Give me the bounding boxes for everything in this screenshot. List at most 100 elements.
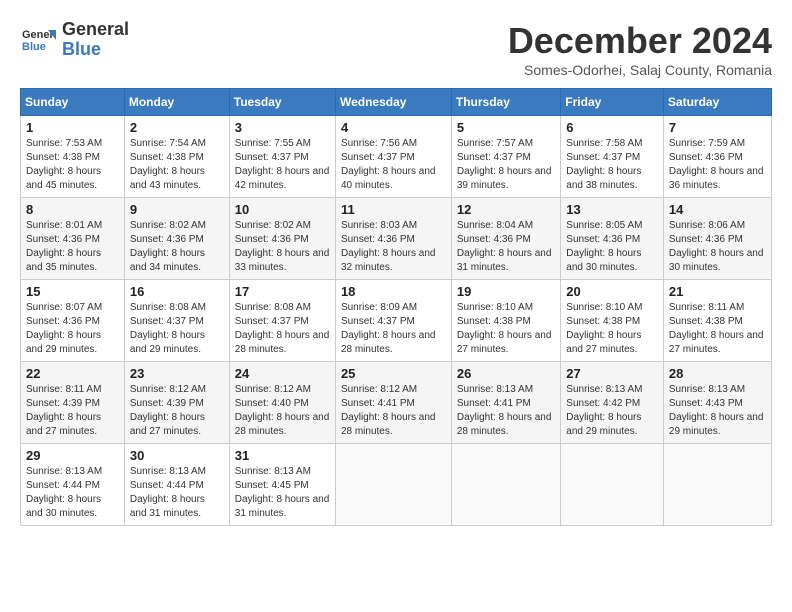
day-info: Sunrise: 8:02 AM Sunset: 4:36 PM Dayligh… [130, 219, 224, 275]
day-cell-15: 15 Sunrise: 8:07 AM Sunset: 4:36 PM Dayl… [21, 280, 125, 362]
day-cell-1: 1 Sunrise: 7:53 AM Sunset: 4:38 PM Dayli… [21, 116, 125, 198]
logo: General Blue General Blue [20, 20, 129, 60]
day-info: Sunrise: 8:13 AM Sunset: 4:45 PM Dayligh… [235, 465, 330, 521]
day-cell-23: 23 Sunrise: 8:12 AM Sunset: 4:39 PM Dayl… [124, 362, 229, 444]
day-cell-20: 20 Sunrise: 8:10 AM Sunset: 4:38 PM Dayl… [561, 280, 664, 362]
day-number: 14 [669, 202, 766, 217]
day-info: Sunrise: 8:06 AM Sunset: 4:36 PM Dayligh… [669, 219, 766, 275]
day-number: 6 [566, 120, 658, 135]
day-number: 30 [130, 448, 224, 463]
day-info: Sunrise: 8:11 AM Sunset: 4:38 PM Dayligh… [669, 301, 766, 357]
day-number: 27 [566, 366, 658, 381]
day-number: 9 [130, 202, 224, 217]
day-cell-17: 17 Sunrise: 8:08 AM Sunset: 4:37 PM Dayl… [229, 280, 335, 362]
day-cell-10: 10 Sunrise: 8:02 AM Sunset: 4:36 PM Dayl… [229, 198, 335, 280]
day-cell-31: 31 Sunrise: 8:13 AM Sunset: 4:45 PM Dayl… [229, 444, 335, 526]
day-cell-14: 14 Sunrise: 8:06 AM Sunset: 4:36 PM Dayl… [663, 198, 771, 280]
day-number: 20 [566, 284, 658, 299]
logo-line1: General [62, 20, 129, 40]
day-number: 25 [341, 366, 446, 381]
day-info: Sunrise: 7:53 AM Sunset: 4:38 PM Dayligh… [26, 137, 119, 193]
day-cell-26: 26 Sunrise: 8:13 AM Sunset: 4:41 PM Dayl… [451, 362, 560, 444]
day-info: Sunrise: 8:11 AM Sunset: 4:39 PM Dayligh… [26, 383, 119, 439]
empty-day-cell [451, 444, 560, 526]
svg-text:Blue: Blue [22, 41, 46, 53]
day-header-saturday: Saturday [663, 89, 771, 116]
day-header-thursday: Thursday [451, 89, 560, 116]
day-header-friday: Friday [561, 89, 664, 116]
day-info: Sunrise: 7:56 AM Sunset: 4:37 PM Dayligh… [341, 137, 446, 193]
day-info: Sunrise: 7:54 AM Sunset: 4:38 PM Dayligh… [130, 137, 224, 193]
day-info: Sunrise: 7:58 AM Sunset: 4:37 PM Dayligh… [566, 137, 658, 193]
day-cell-6: 6 Sunrise: 7:58 AM Sunset: 4:37 PM Dayli… [561, 116, 664, 198]
day-cell-18: 18 Sunrise: 8:09 AM Sunset: 4:37 PM Dayl… [335, 280, 451, 362]
day-info: Sunrise: 8:12 AM Sunset: 4:41 PM Dayligh… [341, 383, 446, 439]
day-info: Sunrise: 7:55 AM Sunset: 4:37 PM Dayligh… [235, 137, 330, 193]
day-cell-16: 16 Sunrise: 8:08 AM Sunset: 4:37 PM Dayl… [124, 280, 229, 362]
day-cell-21: 21 Sunrise: 8:11 AM Sunset: 4:38 PM Dayl… [663, 280, 771, 362]
day-info: Sunrise: 8:12 AM Sunset: 4:39 PM Dayligh… [130, 383, 224, 439]
day-header-tuesday: Tuesday [229, 89, 335, 116]
day-number: 11 [341, 202, 446, 217]
empty-day-cell [335, 444, 451, 526]
day-header-sunday: Sunday [21, 89, 125, 116]
day-number: 18 [341, 284, 446, 299]
day-cell-2: 2 Sunrise: 7:54 AM Sunset: 4:38 PM Dayli… [124, 116, 229, 198]
day-cell-9: 9 Sunrise: 8:02 AM Sunset: 4:36 PM Dayli… [124, 198, 229, 280]
day-info: Sunrise: 7:57 AM Sunset: 4:37 PM Dayligh… [457, 137, 555, 193]
day-cell-27: 27 Sunrise: 8:13 AM Sunset: 4:42 PM Dayl… [561, 362, 664, 444]
day-number: 5 [457, 120, 555, 135]
day-cell-7: 7 Sunrise: 7:59 AM Sunset: 4:36 PM Dayli… [663, 116, 771, 198]
logo-line2: Blue [62, 40, 129, 60]
empty-day-cell [561, 444, 664, 526]
day-number: 23 [130, 366, 224, 381]
day-number: 8 [26, 202, 119, 217]
day-info: Sunrise: 8:13 AM Sunset: 4:41 PM Dayligh… [457, 383, 555, 439]
month-title: December 2024 [508, 20, 772, 62]
day-number: 19 [457, 284, 555, 299]
day-number: 2 [130, 120, 224, 135]
day-number: 1 [26, 120, 119, 135]
day-header-wednesday: Wednesday [335, 89, 451, 116]
day-cell-13: 13 Sunrise: 8:05 AM Sunset: 4:36 PM Dayl… [561, 198, 664, 280]
day-cell-5: 5 Sunrise: 7:57 AM Sunset: 4:37 PM Dayli… [451, 116, 560, 198]
day-number: 29 [26, 448, 119, 463]
calendar-week-row: 15 Sunrise: 8:07 AM Sunset: 4:36 PM Dayl… [21, 280, 772, 362]
day-number: 22 [26, 366, 119, 381]
calendar-week-row: 1 Sunrise: 7:53 AM Sunset: 4:38 PM Dayli… [21, 116, 772, 198]
calendar-week-row: 8 Sunrise: 8:01 AM Sunset: 4:36 PM Dayli… [21, 198, 772, 280]
logo-icon: General Blue [20, 22, 56, 58]
day-number: 24 [235, 366, 330, 381]
day-number: 10 [235, 202, 330, 217]
day-header-monday: Monday [124, 89, 229, 116]
empty-day-cell [663, 444, 771, 526]
day-cell-29: 29 Sunrise: 8:13 AM Sunset: 4:44 PM Dayl… [21, 444, 125, 526]
day-number: 12 [457, 202, 555, 217]
day-number: 13 [566, 202, 658, 217]
day-number: 28 [669, 366, 766, 381]
day-info: Sunrise: 8:02 AM Sunset: 4:36 PM Dayligh… [235, 219, 330, 275]
location-subtitle: Somes-Odorhei, Salaj County, Romania [508, 62, 772, 78]
day-info: Sunrise: 8:13 AM Sunset: 4:44 PM Dayligh… [130, 465, 224, 521]
day-number: 26 [457, 366, 555, 381]
day-cell-22: 22 Sunrise: 8:11 AM Sunset: 4:39 PM Dayl… [21, 362, 125, 444]
day-cell-24: 24 Sunrise: 8:12 AM Sunset: 4:40 PM Dayl… [229, 362, 335, 444]
day-number: 31 [235, 448, 330, 463]
day-cell-25: 25 Sunrise: 8:12 AM Sunset: 4:41 PM Dayl… [335, 362, 451, 444]
day-cell-19: 19 Sunrise: 8:10 AM Sunset: 4:38 PM Dayl… [451, 280, 560, 362]
day-cell-3: 3 Sunrise: 7:55 AM Sunset: 4:37 PM Dayli… [229, 116, 335, 198]
day-cell-28: 28 Sunrise: 8:13 AM Sunset: 4:43 PM Dayl… [663, 362, 771, 444]
day-cell-30: 30 Sunrise: 8:13 AM Sunset: 4:44 PM Dayl… [124, 444, 229, 526]
day-info: Sunrise: 8:10 AM Sunset: 4:38 PM Dayligh… [566, 301, 658, 357]
day-cell-8: 8 Sunrise: 8:01 AM Sunset: 4:36 PM Dayli… [21, 198, 125, 280]
day-info: Sunrise: 8:12 AM Sunset: 4:40 PM Dayligh… [235, 383, 330, 439]
day-info: Sunrise: 8:07 AM Sunset: 4:36 PM Dayligh… [26, 301, 119, 357]
day-number: 4 [341, 120, 446, 135]
calendar-header-row: SundayMondayTuesdayWednesdayThursdayFrid… [21, 89, 772, 116]
calendar-table: SundayMondayTuesdayWednesdayThursdayFrid… [20, 88, 772, 526]
day-number: 3 [235, 120, 330, 135]
day-info: Sunrise: 8:08 AM Sunset: 4:37 PM Dayligh… [235, 301, 330, 357]
title-area: December 2024 Somes-Odorhei, Salaj Count… [508, 20, 772, 78]
day-info: Sunrise: 8:13 AM Sunset: 4:44 PM Dayligh… [26, 465, 119, 521]
day-info: Sunrise: 8:03 AM Sunset: 4:36 PM Dayligh… [341, 219, 446, 275]
